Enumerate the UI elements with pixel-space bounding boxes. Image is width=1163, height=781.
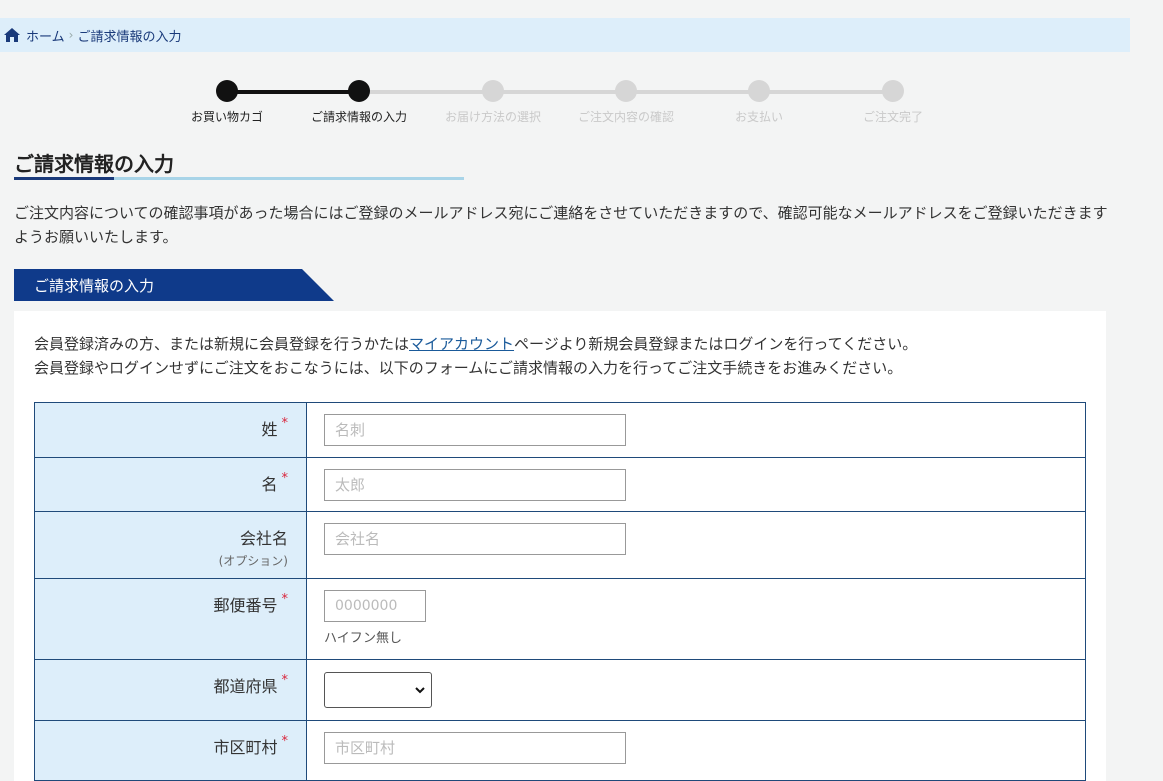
postal-code-input[interactable]	[324, 590, 426, 622]
home-icon[interactable]	[4, 28, 20, 42]
step-label: ご請求情報の入力	[310, 110, 407, 124]
breadcrumb-home-link[interactable]: ホーム	[26, 26, 65, 45]
intro-text: ご注文内容についての確認事項があった場合にはご登録のメールアドレス宛にご連絡をさ…	[14, 204, 1108, 246]
step-payment: お支払い	[689, 78, 829, 125]
first-name-input[interactable]	[324, 469, 626, 501]
breadcrumb-current: ご請求情報の入力	[77, 29, 182, 45]
form-row-city: 市区町村 *	[34, 720, 1086, 781]
step-label: お買い物カゴ	[190, 110, 263, 124]
last-name-input[interactable]	[324, 414, 626, 446]
billing-form: 姓* 名* 会社名 (オプション) 郵便番号*	[34, 402, 1086, 781]
step-label: ご注文内容の確認	[577, 110, 674, 124]
last-name-label: 姓	[261, 420, 278, 439]
city-label: 市区町村	[213, 738, 278, 757]
form-row-postal: 郵便番号* ハイフン無し	[34, 578, 1086, 660]
step-dot	[348, 80, 370, 102]
step-shipping: お届け方法の選択	[423, 78, 563, 125]
form-row-first-name: 名 *	[34, 457, 1086, 512]
step-dot	[216, 80, 238, 102]
first-name-label: 名	[261, 475, 278, 494]
step-cart: お買い物カゴ	[157, 78, 297, 125]
step-billing: ご請求情報の入力	[289, 78, 429, 125]
step-complete: ご注文完了	[823, 78, 963, 125]
field-label: 郵便番号 *	[34, 578, 307, 660]
prefecture-label: 都道府県	[213, 677, 278, 696]
postal-code-label: 郵便番号	[213, 596, 278, 615]
company-input[interactable]	[324, 523, 626, 555]
required-mark: *	[281, 471, 289, 486]
title-underline	[14, 177, 464, 180]
field-cell	[306, 511, 1086, 579]
postal-code-hint: ハイフン無し	[324, 631, 403, 646]
required-mark: *	[281, 592, 289, 607]
city-input[interactable]	[324, 732, 626, 764]
billing-panel: 会員登録済みの方、または新規に会員登録を行うかたはマイアカウントページより新規会…	[14, 311, 1106, 781]
step-dot	[748, 80, 770, 102]
prefecture-select[interactable]	[324, 672, 432, 708]
optional-note: (オプション)	[218, 554, 288, 568]
instruction-text: ページより新規会員登録またはログインを行ってください。	[514, 335, 918, 353]
required-mark: *	[281, 734, 289, 749]
checkout-progress: お買い物カゴ ご請求情報の入力 お届け方法の選択 ご注文内容の確認 お支払い ご…	[160, 78, 960, 128]
form-row-company: 会社名 (オプション)	[34, 511, 1086, 579]
field-label: 会社名 (オプション)	[34, 511, 307, 579]
field-cell	[306, 720, 1086, 781]
step-dot	[482, 80, 504, 102]
field-cell	[306, 659, 1086, 721]
field-cell: ハイフン無し	[306, 578, 1086, 660]
form-row-prefecture: 都道府県 *	[34, 659, 1086, 721]
field-label: 市区町村 *	[34, 720, 307, 781]
step-confirm: ご注文内容の確認	[556, 78, 696, 125]
panel-instructions: 会員登録済みの方、または新規に会員登録を行うかたはマイアカウントページより新規会…	[34, 332, 1094, 380]
instruction-text: 会員登録済みの方、または新規に会員登録を行うかたは	[34, 335, 410, 353]
section-heading: ご請求情報の入力	[14, 269, 334, 301]
field-label: 都道府県 *	[34, 659, 307, 721]
required-mark: *	[281, 673, 289, 688]
company-label: 会社名	[239, 529, 288, 548]
breadcrumb-separator: ›	[68, 28, 74, 42]
breadcrumb: ホーム › ご請求情報の入力	[0, 18, 1130, 52]
required-mark: *	[281, 416, 289, 431]
chevron-down-icon	[415, 687, 425, 694]
field-label: 名 *	[34, 457, 307, 512]
step-label: お支払い	[734, 110, 783, 124]
form-row-last-name: 姓 *	[34, 402, 1086, 458]
instruction-text: 会員登録やログインせずにご注文をおこなうには、以下のフォームにご請求情報の入力を…	[34, 359, 903, 377]
step-dot	[882, 80, 904, 102]
field-cell	[306, 457, 1086, 512]
my-account-link[interactable]: マイアカウント	[409, 335, 514, 353]
step-dot	[615, 80, 637, 102]
step-label: お届け方法の選択	[444, 110, 541, 124]
field-cell	[306, 402, 1086, 458]
field-label: 姓 *	[34, 402, 307, 458]
step-label: ご注文完了	[862, 110, 923, 124]
page-title: ご請求情報の入力	[14, 152, 174, 176]
